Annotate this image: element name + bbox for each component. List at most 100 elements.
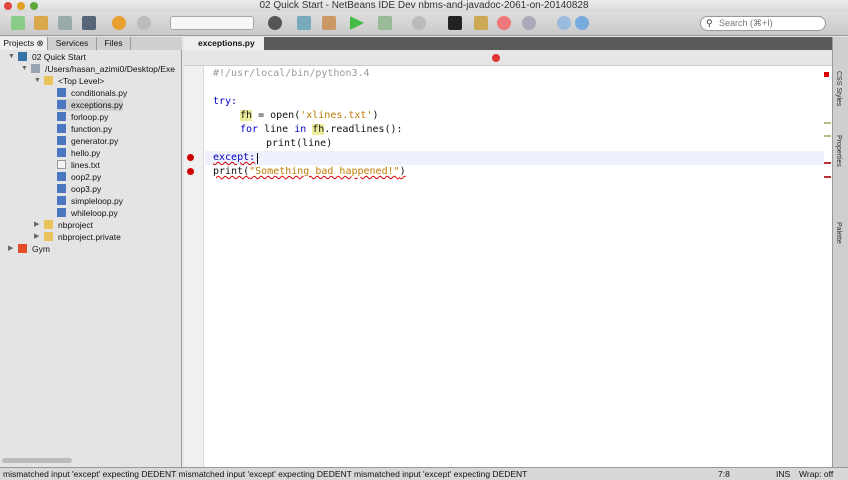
debug-icon[interactable] [378, 16, 392, 30]
python-project-icon [18, 52, 27, 61]
error-mark[interactable] [824, 176, 831, 178]
tree-item[interactable]: ▼ 02 Quick Start [8, 51, 86, 63]
run-icon[interactable] [350, 16, 364, 30]
code-line-7[interactable]: except: [213, 151, 255, 165]
code-line-3[interactable]: try: [213, 95, 237, 109]
tree-item-label: oop2.py [71, 172, 102, 182]
tab-css-styles[interactable]: CSS Styles [835, 71, 842, 106]
current-line-highlight [205, 151, 824, 165]
occurrence-mark[interactable] [824, 122, 831, 124]
tab-palette[interactable]: Palette [835, 222, 842, 244]
open-project-icon[interactable] [58, 16, 72, 30]
search-icon: ⚲ [706, 18, 713, 28]
tree-item-label: function.py [71, 124, 113, 134]
services-icon[interactable] [522, 16, 536, 30]
package-icon [44, 220, 53, 229]
status-message: mismatched input 'except' expecting DEDE… [3, 469, 528, 479]
python-file-icon [57, 124, 66, 133]
package-icon [44, 76, 53, 85]
collapsed-arrow-icon[interactable]: ▶ [8, 243, 13, 255]
code-line-8[interactable]: print("Something bad happened!") [213, 165, 406, 179]
text-file-icon [57, 160, 66, 169]
tree-item[interactable]: ▼ /Users/hasan_azimi0/Desktop/Exe [21, 63, 175, 75]
expanded-arrow-icon[interactable]: ▼ [8, 51, 15, 63]
chat-icon[interactable] [557, 16, 571, 30]
tab-exceptions-py[interactable]: exceptions.py ⊗ [184, 37, 264, 61]
code-text: = open( [252, 110, 301, 121]
new-file-icon[interactable] [11, 16, 25, 30]
tab-services[interactable]: Services [48, 37, 97, 50]
tree-item[interactable]: whileloop.py [57, 207, 118, 219]
expanded-arrow-icon[interactable]: ▼ [21, 63, 28, 75]
expanded-arrow-icon[interactable]: ▼ [34, 75, 41, 87]
variable: fh [240, 110, 253, 121]
tab-label: Projects [3, 38, 35, 48]
editor-tabs: exceptions.py ⊗ [184, 37, 832, 61]
html5-project-icon [18, 244, 27, 253]
insert-mode: INS [776, 469, 791, 479]
tree-item[interactable]: function.py [57, 123, 112, 135]
tab-projects[interactable]: Projects ⊗ [0, 37, 48, 50]
package-icon [44, 232, 53, 241]
files-icon[interactable] [474, 16, 488, 30]
error-stripe-icon[interactable] [824, 72, 829, 77]
tree-item[interactable]: oop2.py [57, 171, 101, 183]
tree-item[interactable]: ▼ <Top Level> [34, 75, 104, 87]
error-icon [187, 168, 194, 175]
tree-item[interactable]: simpleloop.py [57, 195, 123, 207]
text-cursor [257, 153, 258, 164]
code-line-4[interactable]: fh = open('xlines.txt') [240, 109, 379, 123]
tree-item[interactable]: ▶ nbproject [34, 219, 93, 231]
tree-item[interactable]: conditionals.py [57, 87, 127, 99]
code-text: ) [372, 110, 379, 121]
wrap-mode: Wrap: off [799, 469, 834, 479]
save-all-icon[interactable] [82, 16, 96, 30]
tree-item[interactable]: ▶ Gym [8, 243, 50, 255]
folder-icon [31, 64, 40, 73]
window-title: 02 Quick Start - NetBeans IDE Dev nbms-a… [259, 0, 589, 11]
redo-icon[interactable] [137, 16, 151, 30]
browser-icon[interactable] [268, 16, 282, 30]
build-icon[interactable] [297, 16, 311, 30]
tree-item[interactable]: generator.py [57, 135, 118, 147]
tab-files[interactable]: Files [97, 37, 131, 50]
error-icon [187, 154, 194, 161]
line-gutter [184, 66, 204, 467]
collapsed-arrow-icon[interactable]: ▶ [34, 231, 39, 243]
python-file-icon [57, 208, 66, 217]
code-text: print( [213, 166, 250, 177]
zoom-window-button[interactable] [30, 2, 38, 10]
occurrence-mark[interactable] [824, 135, 831, 137]
tab-properties[interactable]: Properties [835, 135, 842, 167]
minimize-window-button[interactable] [17, 2, 25, 10]
string-literal: 'xlines.txt' [300, 110, 373, 121]
code-line-6[interactable]: print(line) [266, 137, 332, 151]
tree-item[interactable]: oop3.py [57, 183, 101, 195]
toggle-breakpoint-icon[interactable] [492, 54, 500, 62]
tree-item-label: Gym [32, 244, 50, 254]
feedback-icon[interactable] [575, 16, 589, 30]
tree-item[interactable]: exceptions.py [57, 99, 123, 111]
profile-icon[interactable] [412, 16, 426, 30]
collapsed-arrow-icon[interactable]: ▶ [34, 219, 39, 231]
search-input[interactable]: ⚲ Search (⌘+I) [700, 16, 826, 31]
undo-icon[interactable] [112, 16, 126, 30]
tree-item[interactable]: lines.txt [57, 159, 100, 171]
tree-item-label: forloop.py [71, 112, 109, 122]
new-project-icon[interactable] [34, 16, 48, 30]
git-icon[interactable] [497, 16, 511, 30]
close-window-button[interactable] [4, 2, 12, 10]
tab-spacer [131, 37, 182, 50]
tree-item[interactable]: forloop.py [57, 111, 108, 123]
status-bar: mismatched input 'except' expecting DEDE… [0, 467, 848, 480]
code-line-5[interactable]: for line in fh.readlines(): [240, 123, 403, 137]
error-mark[interactable] [824, 162, 831, 164]
horizontal-scrollbar[interactable] [2, 458, 72, 463]
clean-build-icon[interactable] [322, 16, 336, 30]
tree-item[interactable]: hello.py [57, 147, 100, 159]
tree-item-label: 02 Quick Start [32, 52, 86, 62]
configuration-select[interactable] [170, 16, 254, 30]
code-line-1[interactable]: #!/usr/local/bin/python3.4 [213, 67, 370, 81]
tree-item[interactable]: ▶ nbproject.private [34, 231, 121, 243]
terminal-icon[interactable] [448, 16, 462, 30]
